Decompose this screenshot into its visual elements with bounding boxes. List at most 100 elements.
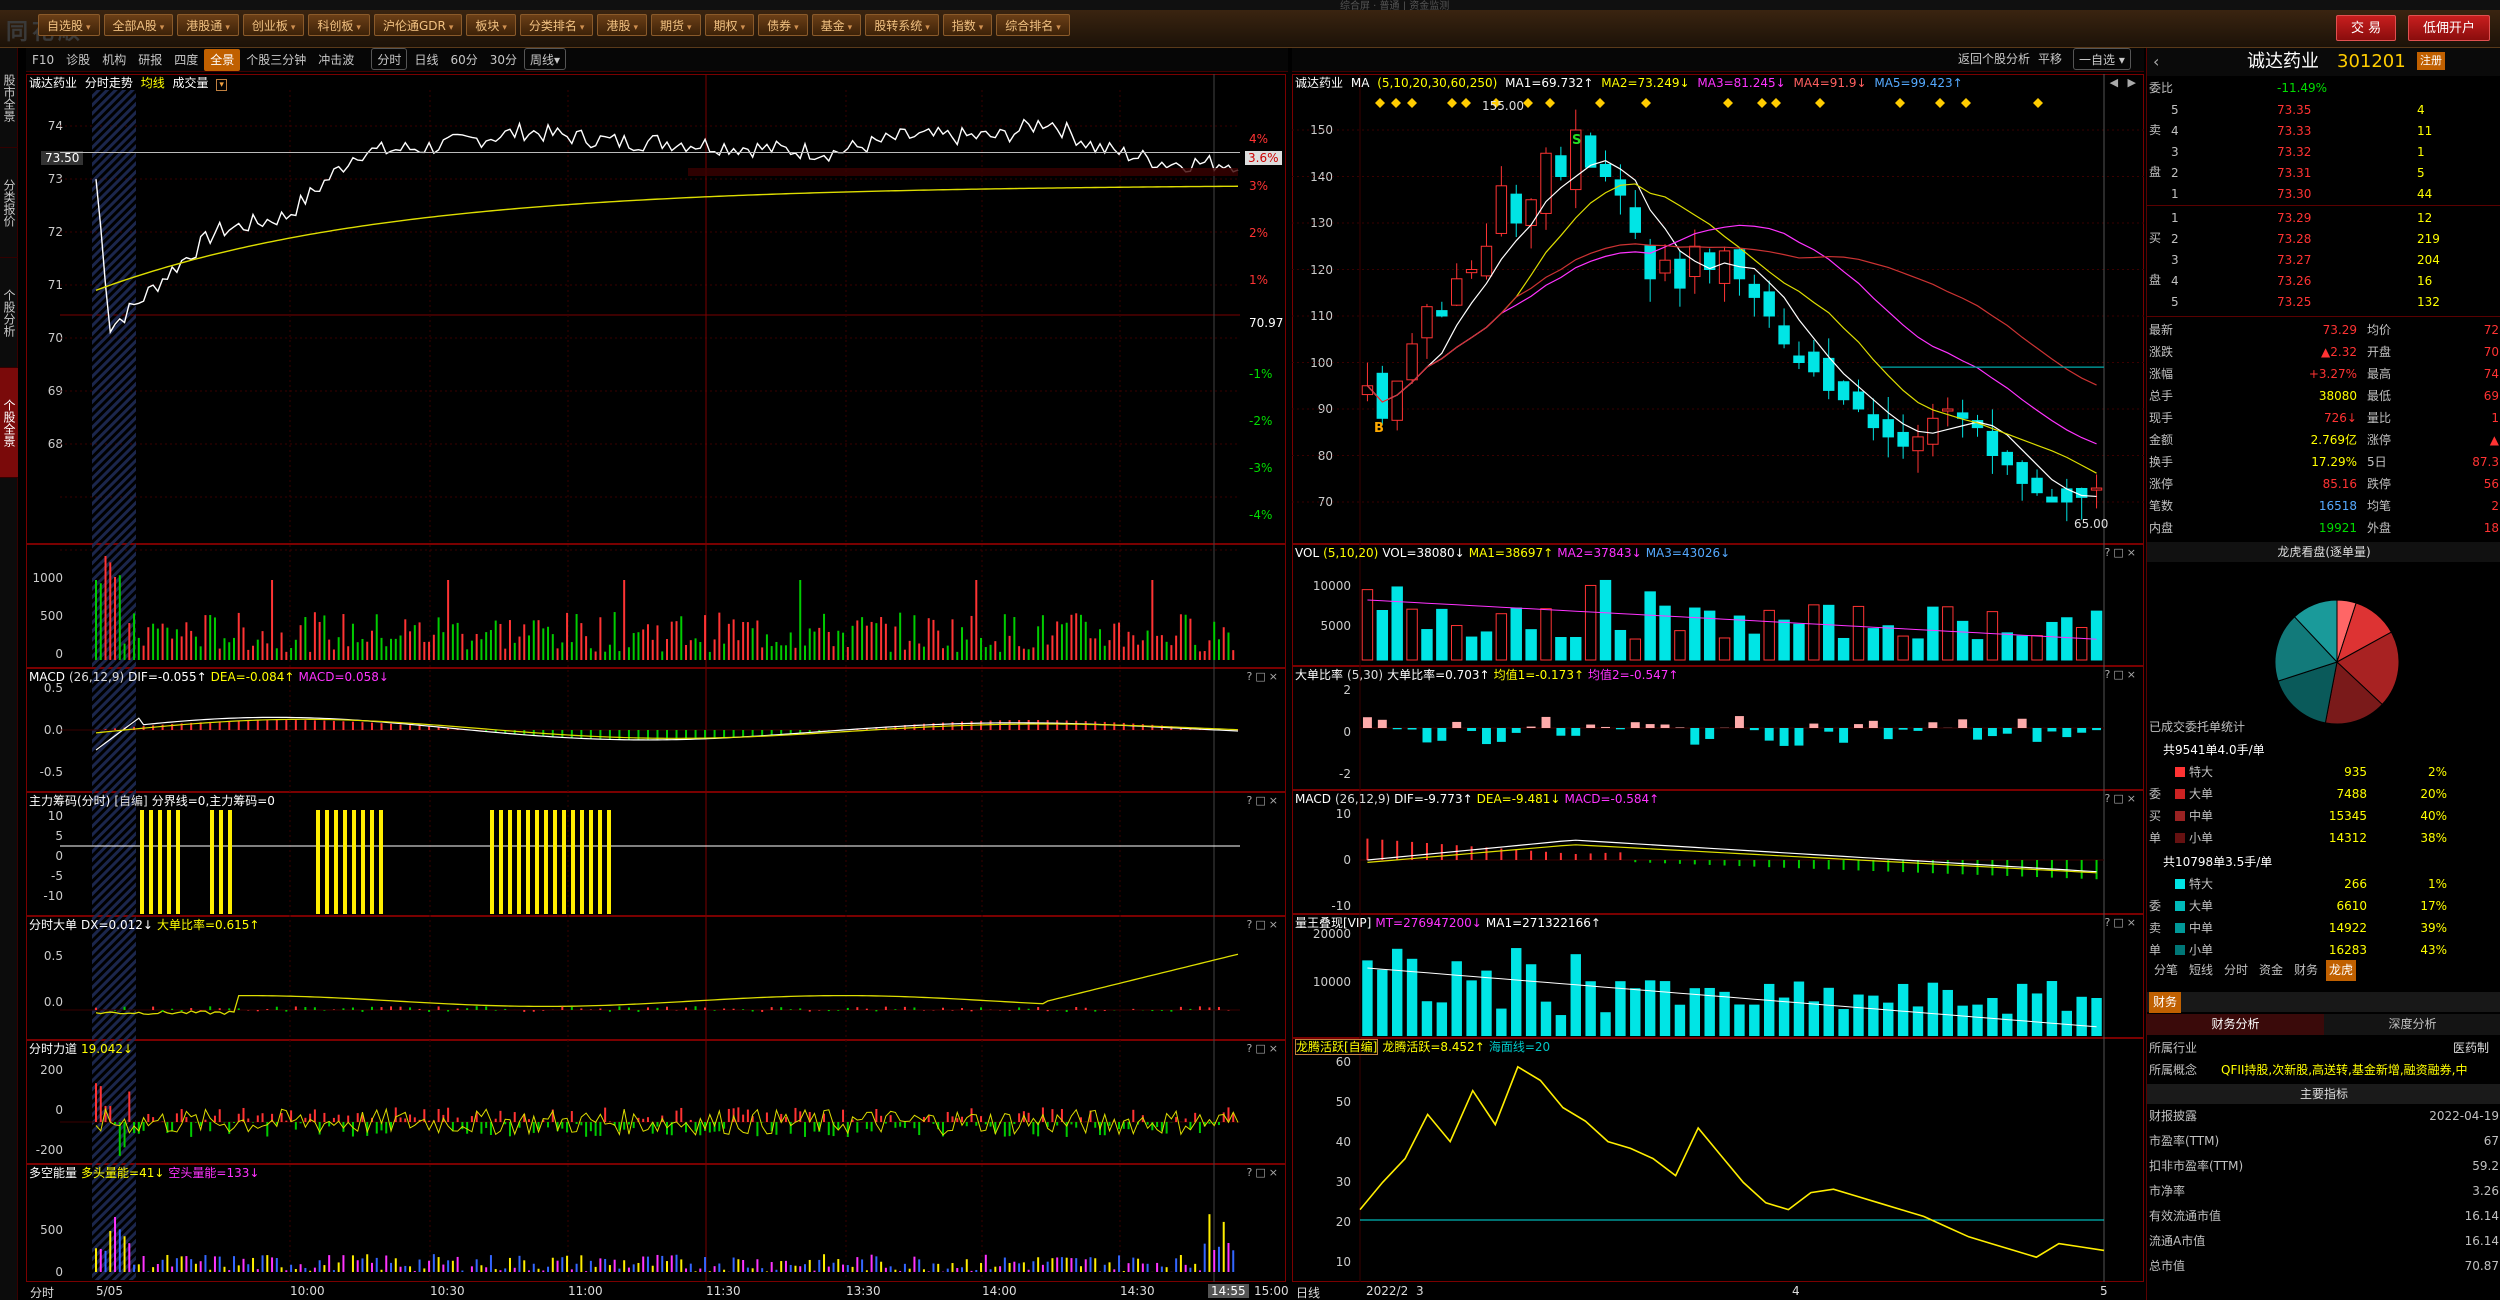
bid-volume: 16	[2417, 274, 2433, 288]
fin-subtab-deep[interactable]: 深度分析	[2324, 1014, 2500, 1035]
ma-selector[interactable]: MA	[1351, 76, 1370, 90]
volume-king-bar	[1927, 982, 1939, 1036]
ddbl-bar	[1482, 728, 1491, 745]
chip-bar	[553, 810, 557, 914]
chip-bar	[352, 810, 356, 914]
bottom-tab-0[interactable]: 分笔	[2151, 960, 2181, 981]
ddbl-bar	[1868, 720, 1878, 728]
vol-name[interactable]: VOL	[1295, 546, 1319, 560]
kline-volume-bar	[1391, 586, 1403, 661]
bottom-tab-1[interactable]: 短线	[2186, 960, 2216, 981]
quote-stock-name: 诚达药业	[2247, 51, 2319, 72]
side-label: 委	[2149, 787, 2162, 801]
macd-dif: DIF=-0.055↑	[128, 670, 207, 684]
kline-volume-bar	[1540, 608, 1552, 661]
ddbl-bar	[1437, 728, 1447, 741]
signal-diamond	[1523, 98, 1533, 108]
lw-name[interactable]: 量王叠现[VIP]	[1295, 916, 1371, 930]
fin-subtab-analysis[interactable]: 财务分析	[2147, 1014, 2324, 1035]
kline-volume-bar	[2001, 632, 2013, 661]
ddbl-bar	[1705, 728, 1715, 739]
energy-name[interactable]: 多空能量	[29, 1166, 77, 1180]
signal-diamond	[1815, 98, 1825, 108]
legend-dropdown-icon[interactable]: ▾	[216, 79, 227, 91]
chip-bar	[490, 810, 494, 914]
volume-king-bar	[1942, 989, 1953, 1036]
big-order-name[interactable]: 分时大单	[29, 918, 77, 932]
kline-volume-bar	[1897, 635, 1909, 661]
volume-king-bar	[1749, 1004, 1760, 1036]
main-chips-name[interactable]: 主力筹码(分时)	[29, 794, 110, 808]
intraday-header: 诚达药业 分时走势 均线 成交量 ▾	[27, 75, 231, 91]
quote-row: 财报披露 2022-04-19	[2147, 1106, 2500, 1127]
bottom-tab-3[interactable]: 资金	[2256, 960, 2286, 981]
vol-ma3: MA3=43026↓	[1645, 546, 1731, 560]
ddbl-name[interactable]: 大单比率	[1295, 668, 1343, 682]
kline-candle	[1674, 258, 1686, 289]
bottom-tab-2[interactable]: 分时	[2221, 960, 2251, 981]
quote-row: 委	[2147, 784, 2500, 805]
kline-candle	[1406, 343, 1418, 381]
volume-king-bar	[1689, 988, 1701, 1036]
volume-king-bar	[1421, 1001, 1433, 1036]
chip-bar	[167, 810, 171, 914]
ddbl-bar	[1883, 728, 1893, 740]
kline-candle	[1465, 269, 1478, 274]
fin-value: 67	[2483, 1134, 2499, 1148]
sell-signal-marker: S	[1572, 133, 1581, 148]
finance-tab[interactable]: 财务	[2149, 992, 2182, 1013]
ddbl-bar	[1422, 728, 1432, 743]
stat-label: 5日	[2367, 455, 2387, 469]
open-account-button[interactable]: 低佣开户	[2408, 15, 2491, 41]
big-order-dx: DX=0.012↓	[81, 918, 153, 932]
volume-king-bar	[1808, 1001, 1820, 1036]
order-volume: 935	[2344, 765, 2367, 779]
stat-value: 73.29	[2322, 323, 2357, 337]
macd-day-dea: DEA=-9.481↓	[1476, 792, 1561, 806]
ask-volume: 11	[2417, 124, 2433, 138]
force-name[interactable]: 分时力道	[29, 1042, 77, 1056]
ask-price: 73.33	[2277, 124, 2312, 138]
concept-value: QFII持股,次新股,高送转,基金新增,融资融券,中	[2221, 1063, 2468, 1077]
side-label: 买	[2149, 231, 2162, 245]
quote-row: 换手 17.29% 5日 87.3	[2147, 452, 2500, 473]
ddbl-bar	[1467, 728, 1477, 731]
bottom-tab-5[interactable]: 龙虎	[2326, 960, 2357, 981]
volume-king-bar	[1436, 1002, 1448, 1036]
kline-candle	[1584, 135, 1597, 168]
big-order-line	[95, 953, 1239, 1016]
quote-row: 涨跌 ▲2.32 开盘 70	[2147, 342, 2500, 363]
chip-bar	[508, 810, 512, 914]
volume-king-bar	[1570, 954, 1581, 1036]
ddbl-bar	[1526, 726, 1536, 728]
volume-king-bar	[1838, 1009, 1849, 1036]
quote-row: 2 73.28 219	[2147, 229, 2500, 250]
macd-dea: DEA=-0.084↑	[210, 670, 295, 684]
fin-value: 3.26	[2472, 1184, 2499, 1198]
trade-button[interactable]: 交 易	[2336, 15, 2397, 41]
kline-volume-bar	[1808, 604, 1820, 661]
stat-value: 38080	[2318, 389, 2357, 403]
macd-day-name[interactable]: MACD	[1295, 792, 1331, 806]
back-arrow-icon[interactable]: ‹	[2153, 48, 2159, 76]
lw-ma1: MA1=271322166↑	[1485, 916, 1601, 930]
bottom-tab-4[interactable]: 财务	[2291, 960, 2321, 981]
chip-bar	[316, 810, 320, 914]
volume-king-bar	[1868, 995, 1879, 1036]
stat-value: 72	[2483, 323, 2499, 337]
kline-candle	[1852, 391, 1865, 410]
macd-name[interactable]: MACD	[29, 670, 65, 684]
ask-volume: 1	[2417, 145, 2425, 159]
lt-name[interactable]: 龙腾活跃[自编]	[1295, 1039, 1379, 1055]
ddbl-bar	[1839, 728, 1849, 743]
bid-volume: 12	[2417, 211, 2433, 225]
quote-stock-code: 301201	[2337, 51, 2406, 72]
ddbl-bar	[1541, 716, 1551, 728]
kline-volume-bar	[1644, 591, 1656, 661]
bid-price: 73.28	[2277, 232, 2312, 246]
kline-volume-bar	[2031, 635, 2043, 661]
stat-value: 85.16	[2322, 477, 2357, 491]
kline-volume-bar	[1689, 607, 1701, 661]
ddbl-bar	[1362, 717, 1372, 728]
kline-candle	[1659, 259, 1671, 274]
